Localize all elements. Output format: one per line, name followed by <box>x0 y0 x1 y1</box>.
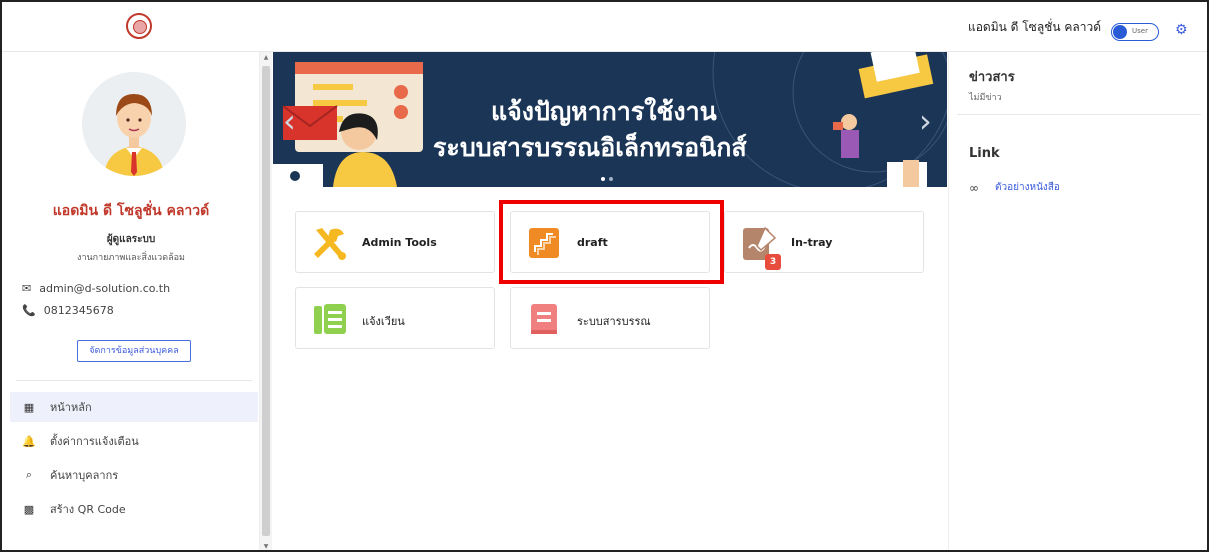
scroll-up-icon[interactable]: ▲ <box>262 54 270 61</box>
top-bar: แอดมิน ดี โซลูชั่น คลาวด์ User ⚙ <box>2 2 1207 52</box>
top-user-name[interactable]: แอดมิน ดี โซลูชั่น คลาวด์ <box>968 18 1101 37</box>
sidebar-item-notifications[interactable]: 🔔 ตั้งค่าการแจ้งเตือน <box>10 426 258 456</box>
card-label: แจ้งเวียน <box>362 315 405 328</box>
sidebar-item-qr-code[interactable]: ▩ สร้าง QR Code <box>10 494 258 524</box>
email-row: ✉ admin@d-solution.co.th <box>22 282 170 295</box>
sidebar-item-label: ค้นหาบุคลากร <box>50 469 119 482</box>
banner-pagination <box>599 166 615 185</box>
gear-icon[interactable]: ⚙ <box>1175 23 1189 37</box>
profile-name: แอดมิน ดี โซลูชั่น คลาวด์ <box>52 203 210 219</box>
banner-prev-arrow[interactable]: ‹ <box>283 102 296 140</box>
banner-dot[interactable] <box>609 177 613 181</box>
banner-next-arrow[interactable]: › <box>919 102 932 140</box>
card-label: Admin Tools <box>362 236 437 249</box>
mail-icon: ✉ <box>22 282 32 295</box>
sidebar-item-label: ตั้งค่าการแจ้งเตือน <box>50 435 139 448</box>
toggle-label: User <box>1132 27 1148 35</box>
bell-icon: 🔔 <box>22 434 36 448</box>
banner-dot[interactable] <box>601 177 605 181</box>
scrollbar-thumb[interactable] <box>262 66 270 536</box>
link-item-label[interactable]: ตัวอย่างหนังสือ <box>995 180 1060 195</box>
app-card-saraban[interactable]: ระบบสารบรรณ <box>510 287 710 349</box>
announcement-banner[interactable]: ‹ › แจ้งปัญหาการใช้งาน ระบบสารบรรณอิเล็ก… <box>273 52 947 187</box>
role-toggle[interactable]: User <box>1111 23 1159 41</box>
news-title: ข่าวสาร <box>969 70 1015 85</box>
grid-icon: ▦ <box>23 400 35 414</box>
highlight-box <box>499 200 724 284</box>
banner-title-line2: ระบบสารบรรณอิเล็กทรอนิกส์ <box>433 133 747 162</box>
qr-icon: ▩ <box>23 502 35 516</box>
phone-icon: 📞 <box>22 304 36 317</box>
news-empty-text: ไม่มีข่าว <box>969 93 1002 103</box>
sidebar-item-home[interactable]: ▦ หน้าหลัก <box>10 392 258 422</box>
link-item[interactable]: ∞ ตัวอย่างหนังสือ <box>969 180 1060 195</box>
book-icon <box>531 304 557 334</box>
sidebar: แอดมิน ดี โซลูชั่น คลาวด์ ผู้ดูแลระบบ งา… <box>2 52 260 550</box>
banner-title-line1: แจ้งปัญหาการใช้งาน <box>491 97 717 126</box>
link-title: Link <box>969 146 1000 161</box>
search-icon: ⌕ <box>25 468 33 481</box>
app-card-circular[interactable]: แจ้งเวียน <box>295 287 495 349</box>
sidebar-item-label: สร้าง QR Code <box>50 503 126 516</box>
sidebar-divider <box>16 380 252 381</box>
link-icon: ∞ <box>969 180 979 195</box>
app-card-admin-tools[interactable]: Admin Tools <box>295 211 495 273</box>
sidebar-scrollbar[interactable]: ▲ ▼ <box>260 52 272 550</box>
app-card-in-tray[interactable]: 3 In-tray <box>724 211 924 273</box>
card-label: In-tray <box>791 236 833 249</box>
avatar <box>82 72 186 176</box>
phone-text: 0812345678 <box>43 304 114 317</box>
scroll-down-icon[interactable]: ▼ <box>262 543 270 550</box>
sidebar-item-search-staff[interactable]: ⌕ ค้นหาบุคลากร <box>10 460 258 490</box>
manage-profile-button[interactable]: จัดการข้อมูลส่วนบุคคล <box>77 340 191 362</box>
right-panel: ข่าวสาร ไม่มีข่าว Link ∞ ตัวอย่างหนังสือ <box>948 52 1207 550</box>
sidebar-item-label: หน้าหลัก <box>50 401 92 414</box>
app-window: แอดมิน ดี โซลูชั่น คลาวด์ User ⚙ แอดมิน … <box>0 0 1209 552</box>
phone-row: 📞 0812345678 <box>22 304 114 317</box>
circular-icon <box>314 304 346 334</box>
toggle-knob <box>1113 25 1127 39</box>
email-text: admin@d-solution.co.th <box>39 282 171 295</box>
profile-role: ผู้ดูแลระบบ <box>106 234 156 245</box>
profile-department: งานกายภาพและสิ่งแวดล้อม <box>77 253 185 263</box>
card-label: ระบบสารบรรณ <box>577 315 651 328</box>
right-panel-divider <box>957 114 1201 115</box>
university-logo[interactable] <box>126 13 152 39</box>
tools-icon <box>314 228 346 260</box>
in-tray-count-badge: 3 <box>765 254 781 270</box>
